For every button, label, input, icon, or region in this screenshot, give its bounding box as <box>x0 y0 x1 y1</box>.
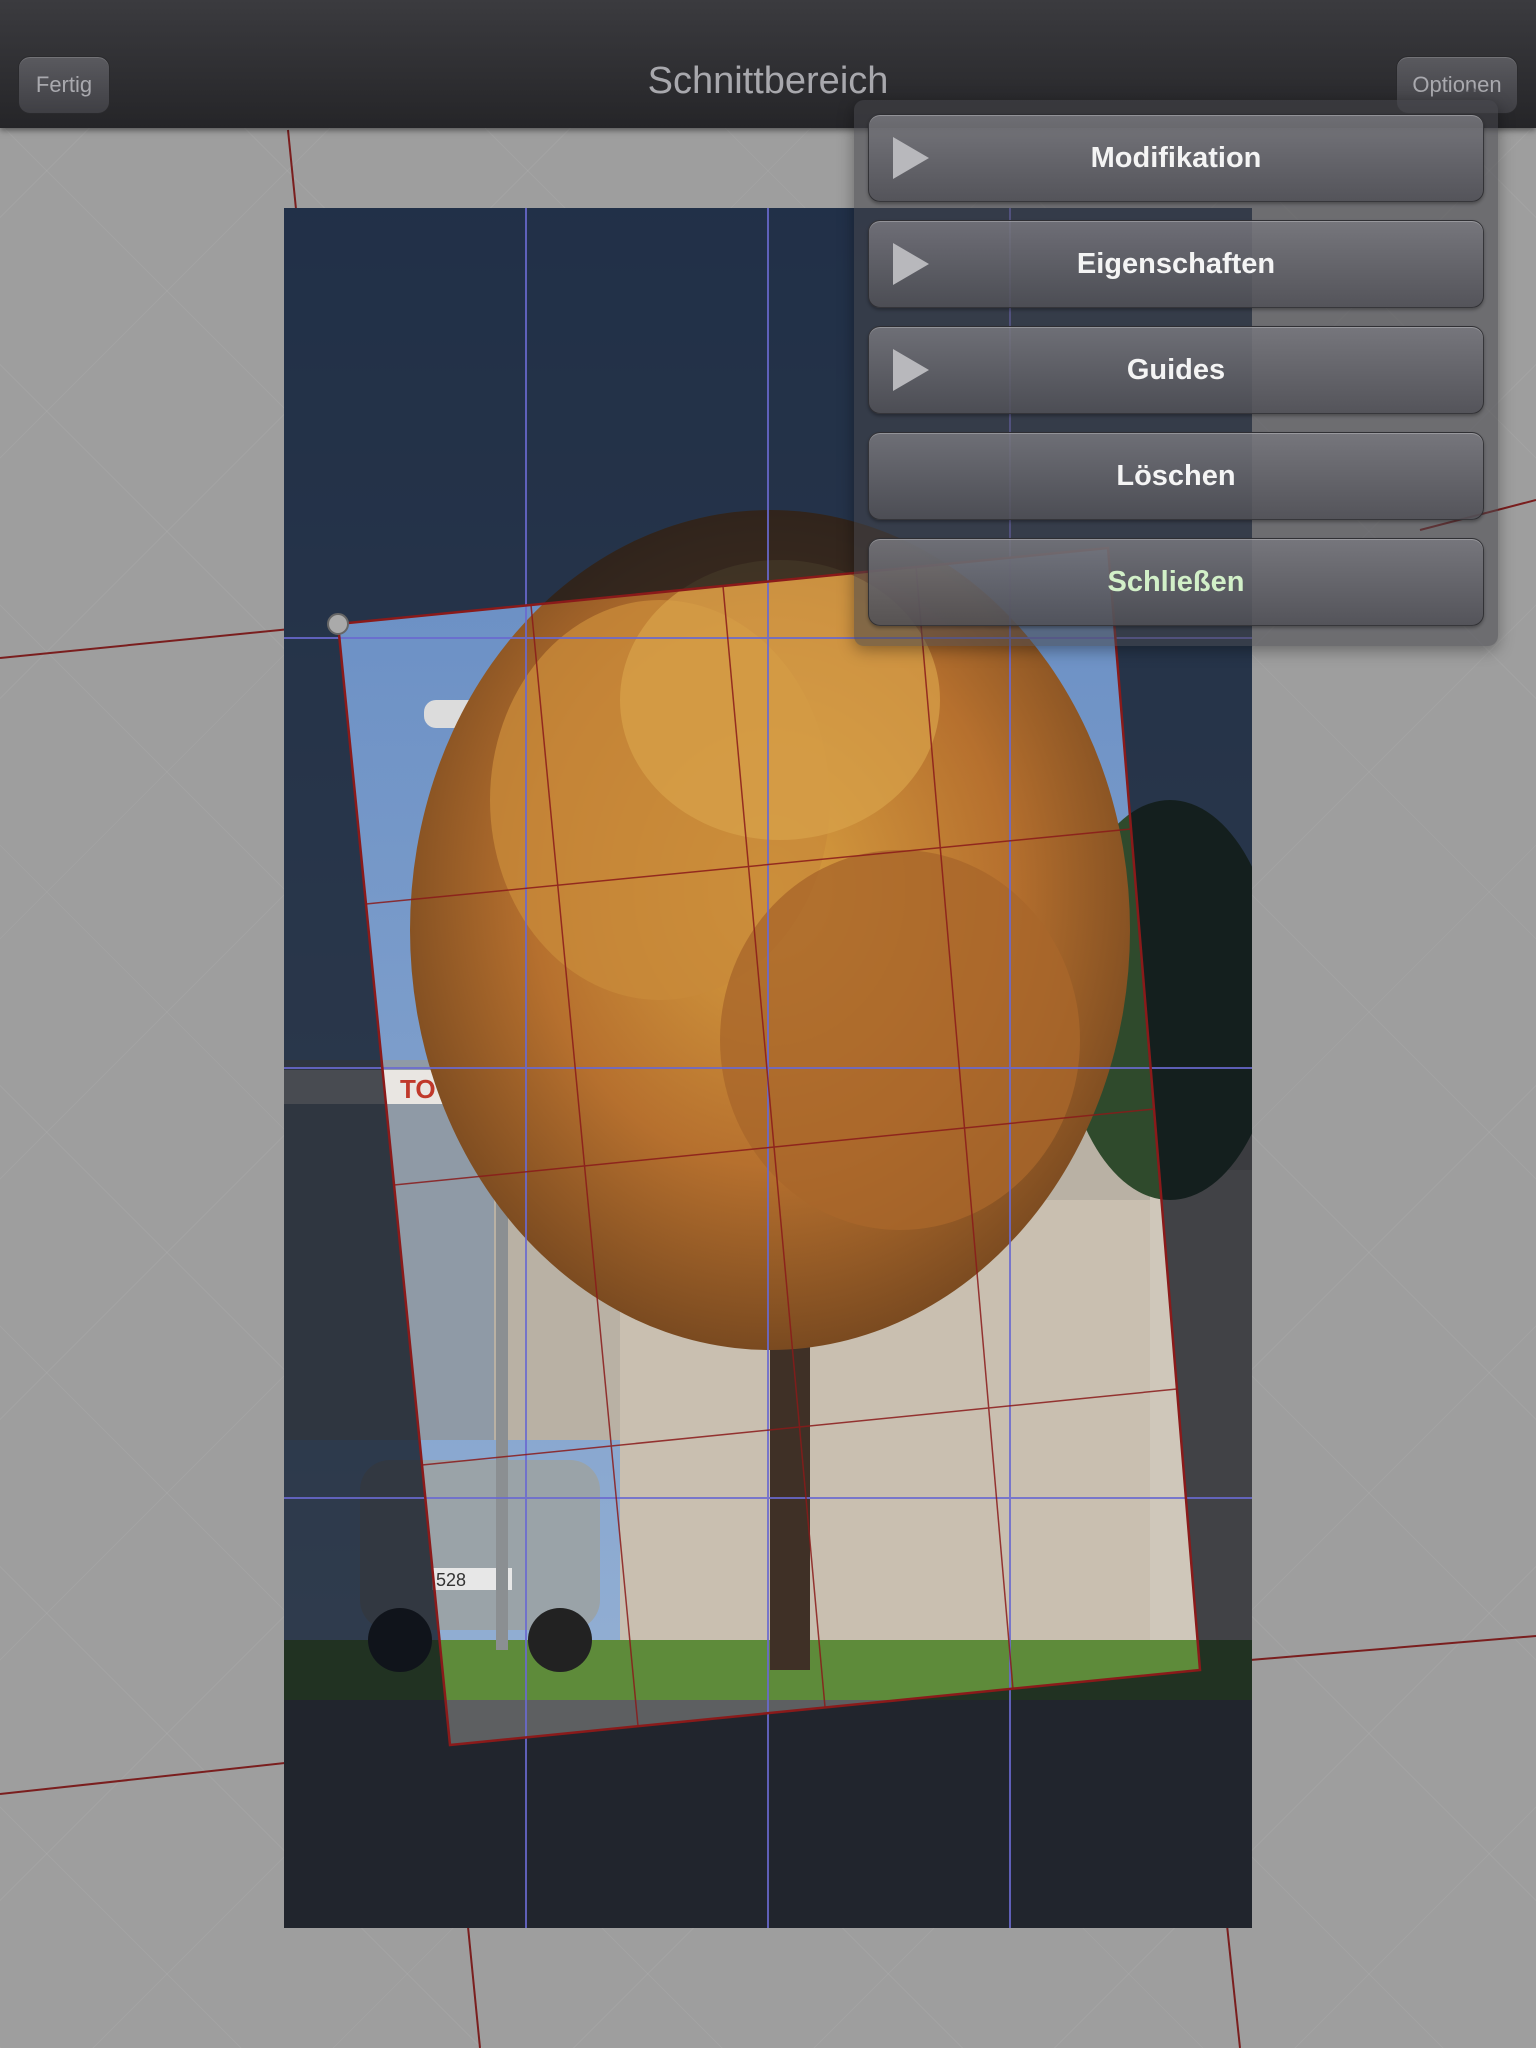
play-icon <box>893 349 929 391</box>
menu-item-label: Modifikation <box>1090 141 1262 174</box>
options-popover: Modifikation Eigenschaften Guides Lösche… <box>854 100 1498 646</box>
menu-item-label: Guides <box>1126 353 1226 386</box>
menu-item-eigenschaften[interactable]: Eigenschaften <box>868 220 1484 308</box>
menu-item-label: Eigenschaften <box>1076 247 1276 280</box>
menu-item-label: Schließen <box>1107 565 1245 598</box>
menu-item-loeschen[interactable]: Löschen <box>868 432 1484 520</box>
menu-item-label: Löschen <box>1116 459 1236 492</box>
menu-item-modifikation[interactable]: Modifikation <box>868 114 1484 202</box>
play-icon <box>893 137 929 179</box>
menu-item-schliessen[interactable]: Schließen <box>868 538 1484 626</box>
license-plate: 528 <box>436 1570 466 1590</box>
popover-arrow <box>1458 86 1486 100</box>
play-icon <box>893 243 929 285</box>
page-title: Schnittbereich <box>647 60 889 102</box>
crop-corner-handle[interactable] <box>327 613 349 635</box>
menu-item-guides[interactable]: Guides <box>868 326 1484 414</box>
